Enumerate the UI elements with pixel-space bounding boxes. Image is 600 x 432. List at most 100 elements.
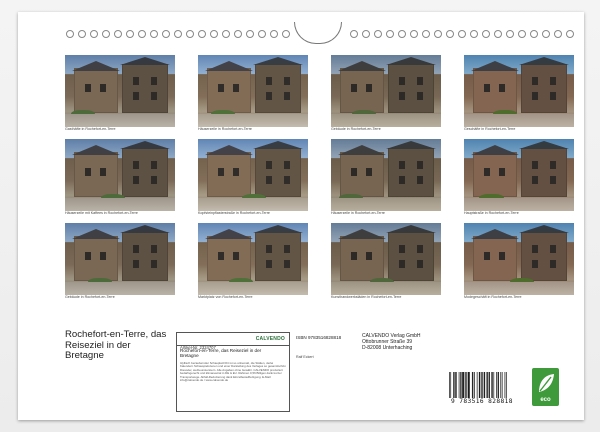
barcode-bar bbox=[483, 372, 485, 398]
binding-hole bbox=[150, 30, 158, 38]
barcode-bar bbox=[466, 372, 468, 398]
eco-badge: eco bbox=[532, 368, 559, 406]
calendar-title: Rochefort-en-Terre, das Reiseziel in der… bbox=[65, 329, 167, 361]
barcode: 9 783516 828818 bbox=[445, 372, 519, 406]
photo-village-street bbox=[198, 55, 308, 127]
binding-hole bbox=[222, 30, 230, 38]
publisher-city: D-82008 Unterhaching bbox=[362, 345, 413, 351]
photo-cell: Modegeschäft in Rochefort-en-Terre bbox=[464, 223, 574, 302]
binding-hole bbox=[554, 30, 562, 38]
binding-hole bbox=[90, 30, 98, 38]
barcode-bar bbox=[469, 372, 470, 398]
binding-hole bbox=[270, 30, 278, 38]
photo-village-street bbox=[331, 55, 441, 127]
barcode-bar bbox=[462, 372, 463, 398]
barcode-bar bbox=[458, 372, 460, 398]
barcode-bar bbox=[493, 372, 495, 398]
calendar-sheet: Gasthäfte in Rochefort-en-Terre Häuserzei… bbox=[18, 12, 584, 420]
photo-cell: Kunsthandwerksläden in Rochefort-en-Terr… bbox=[331, 223, 441, 302]
binding-hole bbox=[542, 30, 550, 38]
barcode-bar bbox=[497, 372, 499, 398]
barcode-bar bbox=[491, 372, 493, 398]
photo-cell: Häuserzeile in Rochefort-en-Terre bbox=[331, 139, 441, 218]
binding-hole bbox=[398, 30, 406, 38]
photo-cell: Gebäude in Rochefort-en-Terre bbox=[331, 55, 441, 134]
binding-hole bbox=[126, 30, 134, 38]
photo-cell: Hauptstraße in Rochefort-en-Terre bbox=[464, 139, 574, 218]
barcode-digits: 9 783516 828818 bbox=[451, 398, 513, 405]
photo-village-street bbox=[331, 139, 441, 211]
binding-hole bbox=[246, 30, 254, 38]
barcode-bar bbox=[467, 372, 469, 398]
barcode-bar bbox=[487, 372, 488, 398]
photo-caption: Geschäfte in Rochefort-en-Terre bbox=[464, 127, 516, 131]
divider bbox=[177, 345, 289, 346]
barcode-bar bbox=[501, 372, 503, 398]
binding-hole bbox=[78, 30, 86, 38]
binding-hole bbox=[258, 30, 266, 38]
photo-village-street bbox=[198, 139, 308, 211]
photo-caption: Häuserzeile in Rochefort-en-Terre bbox=[331, 211, 385, 215]
barcode-bar bbox=[488, 372, 490, 398]
calvendo-logo: CALVENDO bbox=[255, 336, 285, 342]
barcode-bar bbox=[462, 372, 464, 398]
barcode-bar bbox=[468, 372, 470, 398]
photo-cell: Geschäfte in Rochefort-en-Terre bbox=[464, 55, 574, 134]
hanger-hook bbox=[294, 22, 342, 44]
barcode-bar bbox=[471, 372, 473, 398]
photo-caption: Marktplatz von Rochefort-en-Terre bbox=[198, 295, 253, 299]
barcode-bar bbox=[453, 372, 455, 398]
barcode-bar bbox=[504, 372, 506, 398]
binding-hole bbox=[530, 30, 538, 38]
photo-village-street bbox=[464, 223, 574, 295]
photo-village-street bbox=[464, 139, 574, 211]
binding-hole bbox=[66, 30, 74, 38]
photo-cell: Häuserzeile in Rochefort-en-Terre bbox=[198, 55, 308, 134]
binding-hole bbox=[422, 30, 430, 38]
barcode-bar bbox=[486, 372, 488, 398]
barcode-bars bbox=[449, 372, 507, 398]
barcode-bar bbox=[476, 372, 478, 398]
barcode-bar bbox=[464, 372, 466, 398]
barcode-bar bbox=[480, 372, 482, 398]
photo-caption: Gebäude in Rochefort-en-Terre bbox=[331, 127, 381, 131]
binding-hole bbox=[362, 30, 370, 38]
info-box: Artikel-Nr. 2324707 CALVENDO Rochefort-e… bbox=[176, 332, 290, 412]
barcode-bar bbox=[500, 372, 502, 398]
barcode-bar bbox=[498, 372, 500, 398]
binding-hole bbox=[198, 30, 206, 38]
barcode-bar bbox=[449, 372, 450, 398]
small-print: Idyllisch bezaubernder Schauplatz/Ort is… bbox=[180, 361, 286, 383]
eco-label: eco bbox=[540, 397, 551, 403]
barcode-bar bbox=[492, 372, 493, 398]
binding-hole bbox=[234, 30, 242, 38]
barcode-bar bbox=[484, 372, 486, 398]
barcode-bar bbox=[460, 372, 461, 398]
photo-village-street bbox=[65, 223, 175, 295]
photo-cell: Gebäude in Rochefort-en-Terre bbox=[65, 223, 175, 302]
photo-caption: Kunsthandwerksläden in Rochefort-en-Terr… bbox=[331, 295, 402, 299]
barcode-bar bbox=[463, 372, 465, 398]
barcode-bar bbox=[478, 372, 480, 398]
barcode-bar bbox=[489, 372, 490, 398]
binding-hole bbox=[410, 30, 418, 38]
binding-holes-right bbox=[350, 30, 574, 40]
barcode-bar bbox=[479, 372, 481, 398]
photo-village-street bbox=[65, 139, 175, 211]
binding-hole bbox=[470, 30, 478, 38]
binding-holes-left bbox=[66, 30, 290, 40]
binding-hole bbox=[102, 30, 110, 38]
publisher-address: CALVENDO Verlag GmbH Ottobrunner Straße … bbox=[362, 333, 421, 351]
binding-hole bbox=[374, 30, 382, 38]
barcode-bar bbox=[453, 372, 454, 398]
barcode-bar bbox=[482, 372, 484, 398]
binding-hole bbox=[566, 30, 574, 38]
photo-caption: Häuserzeile mit Kaffees in Rochefort-en-… bbox=[65, 211, 138, 215]
binding-hole bbox=[482, 30, 490, 38]
photo-caption: Modegeschäft in Rochefort-en-Terre bbox=[464, 295, 522, 299]
binding-hole bbox=[282, 30, 290, 38]
photo-cell: Marktplatz von Rochefort-en-Terre bbox=[198, 223, 308, 302]
background: Gasthäfte in Rochefort-en-Terre Häuserzei… bbox=[0, 0, 600, 432]
photo-caption: Häuserzeile in Rochefort-en-Terre bbox=[198, 127, 252, 131]
barcode-bar bbox=[505, 372, 507, 398]
